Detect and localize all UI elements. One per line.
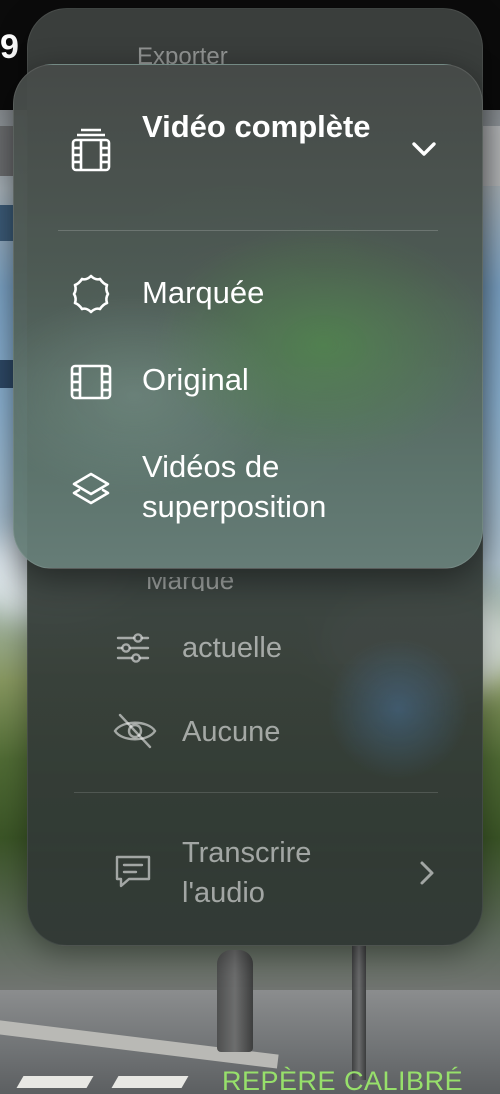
export-menu-divider bbox=[74, 792, 438, 793]
video-menu-item-label: Marquée bbox=[142, 275, 265, 310]
video-menu-item-label: Original bbox=[142, 362, 249, 397]
chevron-down-icon bbox=[410, 139, 438, 159]
export-menu-item-aucune[interactable]: Aucune bbox=[28, 701, 482, 761]
export-menu-partial-label: Marqué bbox=[146, 577, 346, 591]
video-menu-selected-label: Vidéo complète bbox=[142, 109, 371, 144]
video-menu-item-marquee[interactable]: Marquée bbox=[14, 265, 482, 325]
badge-icon bbox=[70, 273, 112, 315]
video-menu-header[interactable]: Vidéo complète bbox=[14, 65, 482, 231]
street-sign bbox=[0, 360, 14, 388]
video-menu-item-superposition[interactable]: Vidéos de superposition bbox=[14, 445, 482, 535]
chevron-right-icon bbox=[416, 859, 438, 887]
video-menu-item-label: Vidéos de superposition bbox=[142, 449, 327, 524]
video-menu-divider bbox=[58, 230, 438, 231]
crosswalk-stripe bbox=[111, 1076, 189, 1088]
left-edge-strip bbox=[0, 126, 14, 176]
film-icon bbox=[70, 361, 112, 403]
export-menu-transcribe[interactable]: Transcrire l'audio bbox=[28, 829, 482, 919]
export-menu-transcribe-label: Transcrire l'audio bbox=[182, 837, 312, 909]
export-menu-item-actuelle[interactable]: actuelle bbox=[28, 617, 482, 677]
layers-icon bbox=[70, 469, 112, 511]
export-menu-partial-item[interactable]: Marqué bbox=[146, 577, 346, 591]
bollard bbox=[217, 950, 253, 1052]
video-menu-item-original[interactable]: Original bbox=[14, 352, 482, 412]
calibration-label: REPÈRE CALIBRÉ bbox=[222, 1066, 464, 1094]
street-sign bbox=[0, 205, 14, 241]
chat-bubble-icon bbox=[112, 851, 154, 893]
film-stack-icon bbox=[70, 127, 112, 173]
pole bbox=[352, 945, 366, 1080]
right-edge-strip bbox=[482, 126, 500, 186]
sliders-icon bbox=[112, 627, 154, 669]
eye-slash-icon bbox=[112, 710, 157, 752]
top-bar-glyph: 9 bbox=[0, 28, 19, 66]
export-menu-item-label: Aucune bbox=[182, 716, 281, 748]
crosswalk-stripe bbox=[16, 1076, 94, 1088]
screen: 9 REPÈRE CALIBRÉ Exporter Marqué bbox=[0, 0, 500, 1094]
export-menu-item-label: actuelle bbox=[182, 632, 282, 664]
video-menu: Vidéo complète Marquée Original Vidéos d… bbox=[13, 64, 483, 569]
